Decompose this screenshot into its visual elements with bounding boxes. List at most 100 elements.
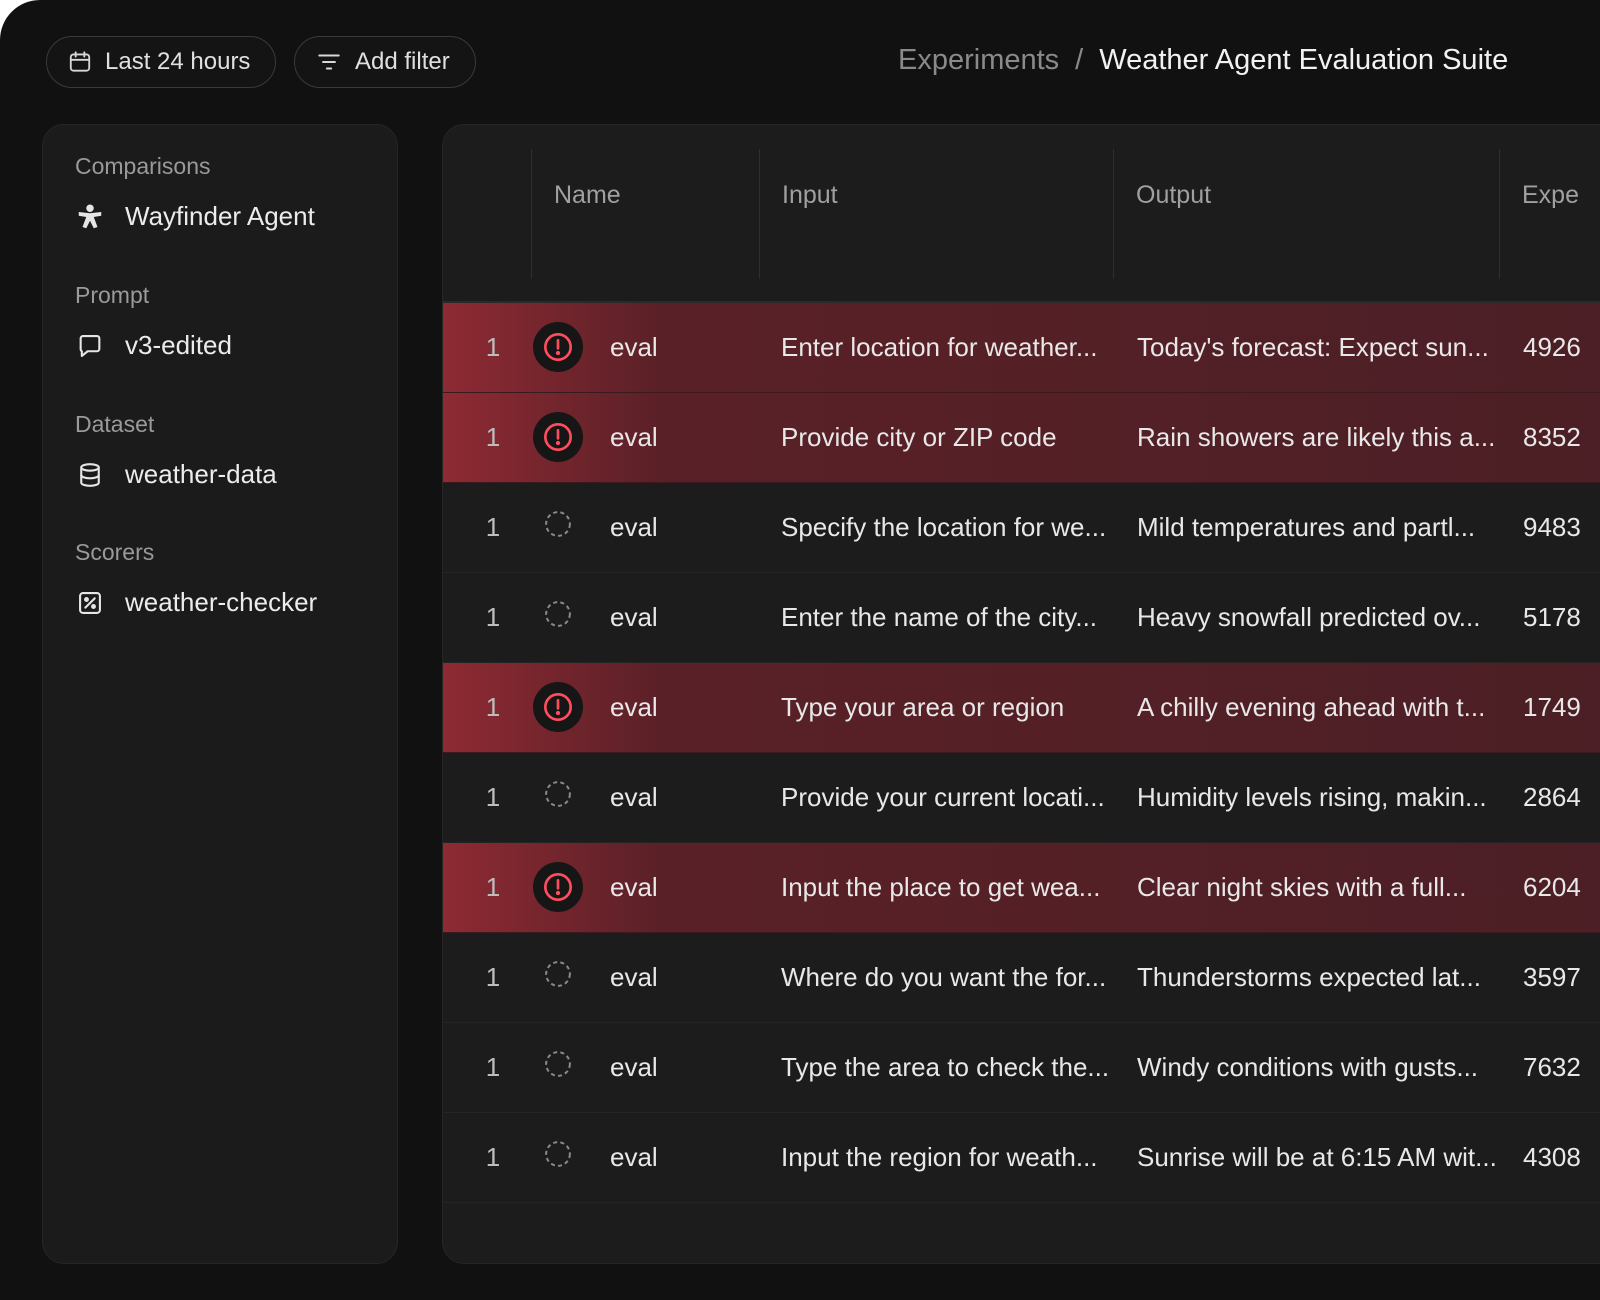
sidebar-item-label: weather-data: [125, 459, 277, 489]
row-status: [533, 573, 583, 661]
row-expected: 8352: [1523, 421, 1581, 452]
table-row[interactable]: 1 eval Type your area or region A chilly ev…: [443, 663, 1600, 753]
table-row[interactable]: 1 eval Enter location for weather... Today'…: [443, 303, 1600, 393]
row-input: Enter location for weather...: [781, 331, 1098, 362]
row-input: Where do you want the for...: [781, 961, 1107, 992]
row-index: 1: [485, 691, 501, 722]
row-name: eval: [610, 961, 658, 992]
row-expected: 9483: [1523, 511, 1581, 542]
row-output: Sunrise will be at 6:15 AM wit...: [1137, 1141, 1497, 1172]
row-index: 1: [485, 601, 501, 632]
section-label-scorers: Scorers: [75, 539, 155, 565]
row-name: eval: [610, 331, 658, 362]
error-icon: [533, 862, 583, 912]
row-status: [533, 1113, 583, 1201]
add-filter-label: Add filter: [355, 48, 450, 75]
agent-icon: [75, 202, 105, 232]
pending-status-icon: [543, 959, 573, 996]
pending-status-icon: [543, 1049, 573, 1086]
row-status: [533, 663, 583, 751]
row-input: Input the region for weath...: [781, 1141, 1098, 1172]
error-icon: [533, 412, 583, 462]
row-expected: 2864: [1523, 781, 1581, 812]
column-header-output[interactable]: Output: [1113, 149, 1499, 279]
sidebar-item-comparison[interactable]: Wayfinder Agent: [75, 201, 315, 232]
pending-status-icon: [543, 779, 573, 816]
row-name: eval: [610, 511, 658, 542]
breadcrumb-parent[interactable]: Experiments: [898, 44, 1059, 77]
breadcrumb-current: Weather Agent Evaluation Suite: [1099, 44, 1509, 76]
sidebar: Comparisons Wayfinder Agent Prompt v3-ed…: [42, 124, 398, 1264]
row-index: 1: [485, 781, 501, 812]
row-name: eval: [610, 691, 658, 722]
column-header-name[interactable]: Name: [531, 149, 759, 279]
breadcrumb: Experiments / Weather Agent Evaluation S…: [898, 44, 1508, 77]
row-index: 1: [485, 871, 501, 902]
row-name: eval: [610, 421, 658, 452]
sidebar-item-label: weather-checker: [125, 587, 318, 617]
column-header-expected[interactable]: Expe: [1499, 149, 1600, 279]
row-status: [533, 753, 583, 841]
row-index: 1: [485, 1141, 501, 1172]
row-output: Humidity levels rising, makin...: [1137, 781, 1487, 812]
row-name: eval: [610, 781, 658, 812]
section-label-prompt: Prompt: [75, 282, 150, 308]
sidebar-item-label: Wayfinder Agent: [125, 201, 315, 231]
table-row[interactable]: 1 eval Enter the name of the city... Heavy …: [443, 573, 1600, 663]
date-range-label: Last 24 hours: [105, 48, 251, 75]
error-icon: [533, 322, 583, 372]
row-expected: 6204: [1523, 871, 1581, 902]
app-window: Last 24 hours Add filter Experiments / W…: [0, 0, 1600, 1300]
row-index: 1: [485, 511, 501, 542]
date-range-button[interactable]: Last 24 hours: [46, 36, 276, 88]
add-filter-button[interactable]: Add filter: [294, 36, 476, 88]
row-input: Specify the location for we...: [781, 511, 1107, 542]
row-expected: 5178: [1523, 601, 1581, 632]
row-name: eval: [610, 871, 658, 902]
pending-status-icon: [543, 599, 573, 636]
row-input: Provide city or ZIP code: [781, 421, 1057, 452]
row-status: [533, 933, 583, 1021]
pending-status-icon: [543, 1139, 573, 1176]
row-output: Clear night skies with a full...: [1137, 871, 1467, 902]
column-header-input[interactable]: Input: [759, 149, 1113, 279]
row-expected: 7632: [1523, 1051, 1581, 1082]
row-status: [533, 303, 583, 391]
row-output: Today's forecast: Expect sun...: [1137, 331, 1489, 362]
sidebar-item-dataset[interactable]: weather-data: [75, 459, 277, 490]
sidebar-item-scorer[interactable]: weather-checker: [75, 587, 317, 618]
row-output: A chilly evening ahead with t...: [1137, 691, 1486, 722]
row-expected: 4308: [1523, 1141, 1581, 1172]
pending-status-icon: [543, 509, 573, 546]
row-input: Enter the name of the city...: [781, 601, 1098, 632]
table-header: Name Input Output Expe: [443, 125, 1600, 305]
row-input: Type the area to check the...: [781, 1051, 1110, 1082]
section-label-comparisons: Comparisons: [75, 153, 211, 179]
row-index: 1: [485, 331, 501, 362]
sidebar-item-prompt[interactable]: v3-edited: [75, 330, 232, 361]
table-row[interactable]: 1 eval Type the area to check the... Windy …: [443, 1023, 1600, 1113]
row-name: eval: [610, 601, 658, 632]
table-row[interactable]: 1 eval Input the place to get wea... Clear …: [443, 843, 1600, 933]
row-output: Rain showers are likely this a...: [1137, 421, 1496, 452]
table-row[interactable]: 1 eval Input the region for weath... Sunris…: [443, 1113, 1600, 1203]
percent-icon: [75, 588, 105, 618]
row-name: eval: [610, 1051, 658, 1082]
row-status: [533, 393, 583, 481]
row-expected: 4926: [1523, 331, 1581, 362]
row-output: Windy conditions with gusts...: [1137, 1051, 1479, 1082]
row-status: [533, 1023, 583, 1111]
table-row[interactable]: 1 eval Provide city or ZIP code Rain shower…: [443, 393, 1600, 483]
row-output: Mild temperatures and partl...: [1137, 511, 1476, 542]
table-row[interactable]: 1 eval Specify the location for we... Mild …: [443, 483, 1600, 573]
database-icon: [75, 460, 105, 490]
results-table: Name Input Output Expe 1 eval Enter locati…: [442, 124, 1600, 1264]
table-row[interactable]: 1 eval Where do you want the for... Thunder…: [443, 933, 1600, 1023]
filter-icon: [315, 49, 343, 75]
chat-bubble-icon: [75, 331, 105, 361]
row-output: Heavy snowfall predicted ov...: [1137, 601, 1481, 632]
section-label-dataset: Dataset: [75, 411, 155, 437]
table-row[interactable]: 1 eval Provide your current locati... Humid…: [443, 753, 1600, 843]
row-index: 1: [485, 961, 501, 992]
row-expected: 3597: [1523, 961, 1581, 992]
